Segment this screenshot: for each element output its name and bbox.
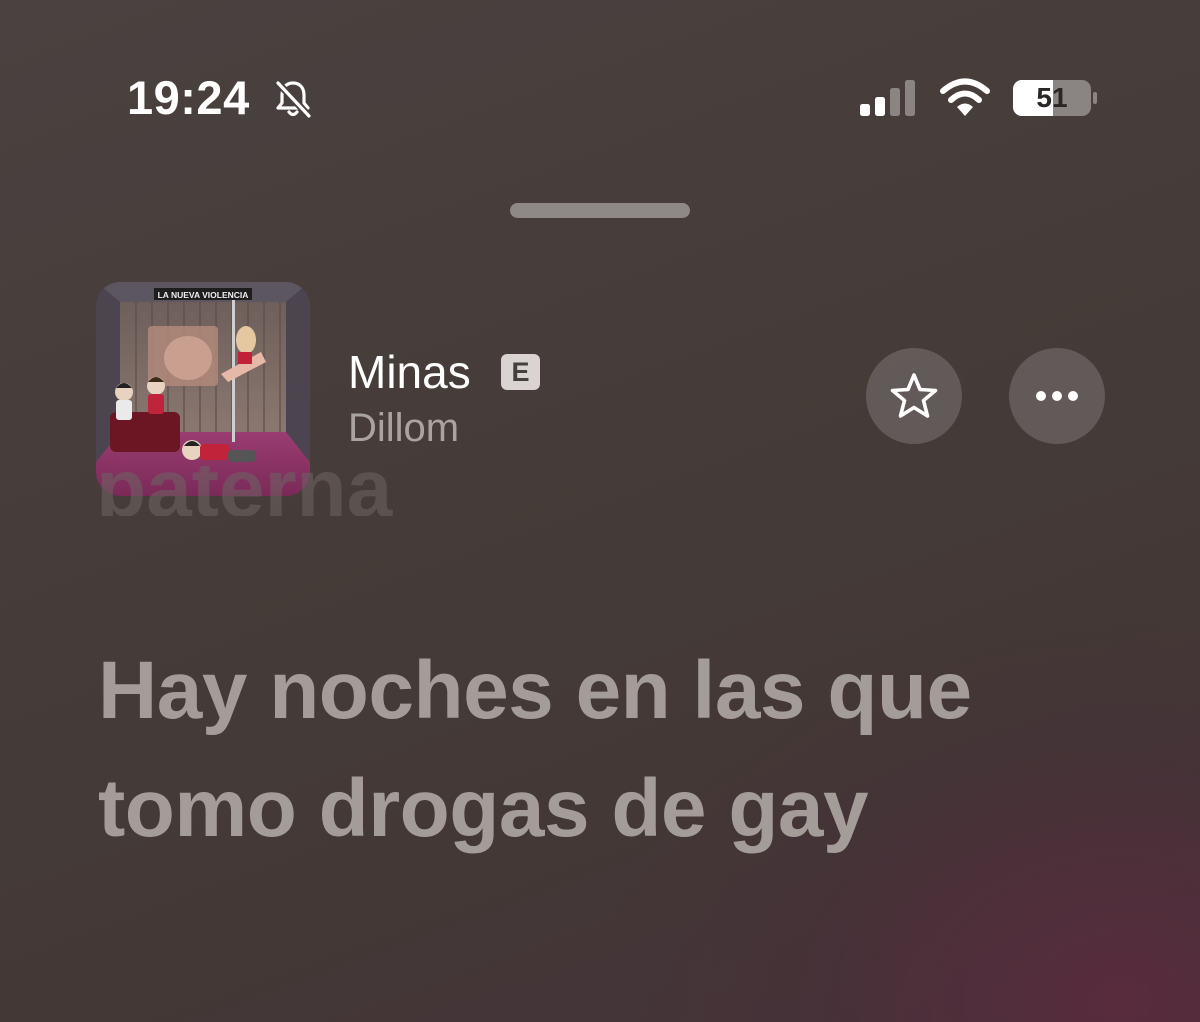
previous-lyric-line[interactable]: paterna: [96, 466, 596, 516]
cellular-signal-icon: [860, 80, 915, 116]
more-icon: [1036, 391, 1078, 401]
star-icon: [890, 373, 938, 418]
track-artist[interactable]: Dillom: [348, 402, 459, 454]
favorite-button[interactable]: [866, 348, 962, 444]
track-title[interactable]: Minas: [348, 344, 471, 400]
more-options-button[interactable]: [1009, 348, 1105, 444]
sheet-grabber[interactable]: [510, 203, 690, 218]
previous-lyric-text: paterna: [96, 466, 393, 516]
battery-level: 51: [1036, 82, 1068, 113]
current-lyric-line[interactable]: Hay noches en las que tomo drogas de gay: [98, 632, 1098, 868]
battery-icon: 51: [1012, 78, 1098, 118]
status-time: 19:24: [127, 71, 250, 124]
wifi-icon: [940, 78, 990, 116]
bell-off-icon: [275, 80, 312, 119]
explicit-badge: E: [501, 354, 540, 390]
album-art-title: LA NUEVA VIOLENCIA: [158, 290, 249, 300]
album-artwork[interactable]: LA NUEVA VIOLENCIA: [96, 282, 310, 496]
